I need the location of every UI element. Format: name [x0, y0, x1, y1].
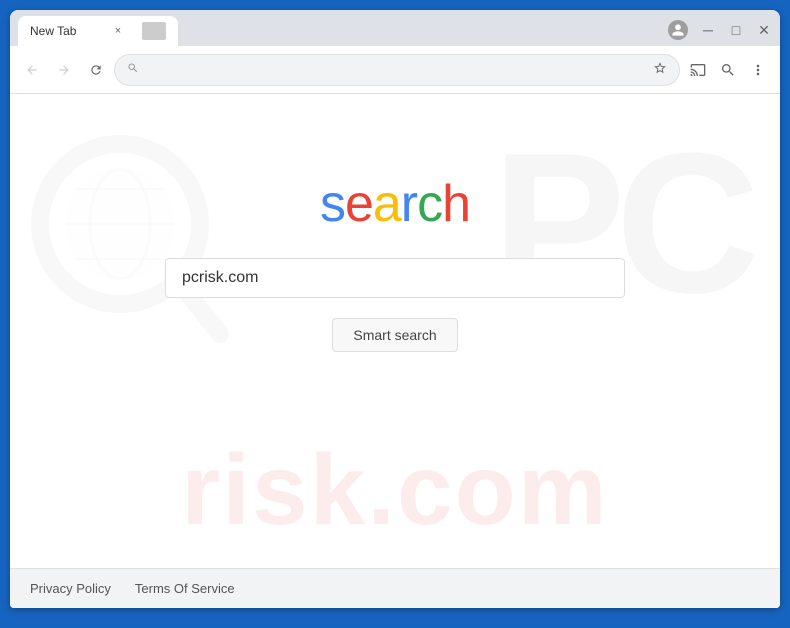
tab-thumbnail — [142, 22, 166, 40]
cast-button[interactable] — [684, 56, 712, 84]
privacy-policy-link[interactable]: Privacy Policy — [30, 581, 111, 596]
nav-bar — [10, 46, 780, 94]
nav-right-buttons — [684, 56, 772, 84]
zoom-button[interactable] — [714, 56, 742, 84]
browser-tab[interactable]: New Tab × — [18, 16, 178, 46]
page-footer: Privacy Policy Terms Of Service — [10, 568, 780, 608]
page-content: PC risk.com search Smart search Privacy … — [10, 94, 780, 608]
watermark-risk-text: risk.com — [181, 433, 608, 548]
profile-icon[interactable] — [668, 20, 688, 40]
search-container: search Smart search — [10, 174, 780, 352]
menu-button[interactable] — [744, 56, 772, 84]
close-button[interactable]: ✕ — [756, 22, 772, 38]
logo-letter-r: r — [401, 175, 417, 233]
logo-letter-s: s — [320, 175, 345, 233]
bookmark-icon[interactable] — [653, 61, 667, 78]
minimize-button[interactable]: ─ — [700, 22, 716, 38]
logo-letter-c: c — [417, 175, 442, 233]
tab-title: New Tab — [30, 24, 76, 38]
address-bar[interactable] — [114, 54, 680, 86]
search-logo: search — [320, 174, 470, 234]
logo-letter-h: h — [442, 175, 470, 233]
title-bar: New Tab × ─ □ ✕ — [10, 10, 780, 46]
logo-letter-e: e — [345, 175, 373, 233]
browser-window: New Tab × ─ □ ✕ — [10, 10, 780, 608]
search-input[interactable] — [165, 258, 625, 298]
logo-letter-a: a — [373, 175, 401, 233]
reload-button[interactable] — [82, 56, 110, 84]
search-input-wrapper — [165, 258, 625, 298]
address-search-icon — [127, 62, 139, 77]
back-button[interactable] — [18, 56, 46, 84]
maximize-button[interactable]: □ — [728, 22, 744, 38]
tab-close-button[interactable]: × — [110, 23, 126, 39]
smart-search-button[interactable]: Smart search — [332, 318, 457, 352]
forward-button[interactable] — [50, 56, 78, 84]
window-controls: ─ □ ✕ — [668, 20, 772, 46]
terms-of-service-link[interactable]: Terms Of Service — [135, 581, 235, 596]
